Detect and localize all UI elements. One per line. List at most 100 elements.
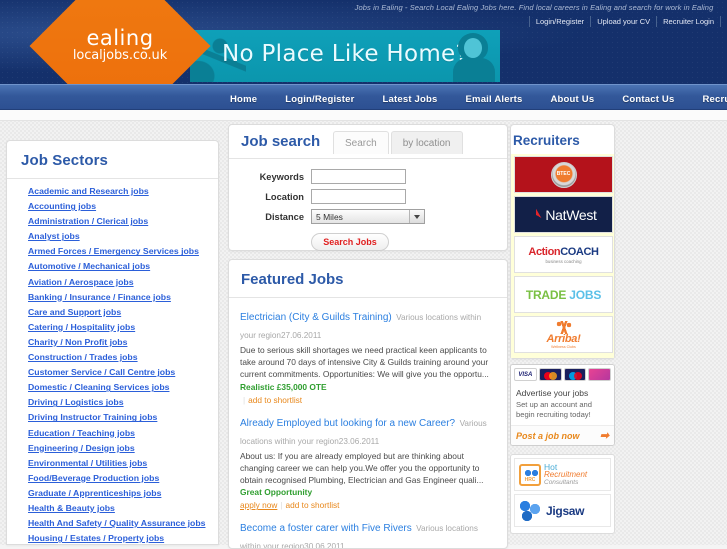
sidebar-item-link[interactable]: Administration / Clerical jobs [28,216,148,226]
job-salary: Great Opportunity [240,487,313,498]
job-title-link[interactable]: Electrician (City & Guilds Training) [240,312,392,323]
sidebar-item-link[interactable]: Health And Safety / Quality Assurance jo… [28,518,206,528]
sidebar-item-link[interactable]: Academic and Research jobs [28,186,149,196]
job-actions: | add to shortlist [240,395,496,405]
nav-item-recruiters-az[interactable]: Recruiters A-Z [688,89,727,107]
nav-item-home[interactable]: Home [216,89,271,107]
sidebar-item-link[interactable]: Construction / Trades jobs [28,352,138,362]
hrc-line-2: Recruitment [544,469,588,479]
post-a-job-cta[interactable]: Post a job now ➡ [511,425,614,445]
arriba-wordmark: Arriba! [546,332,581,345]
sidebar-item-link[interactable]: Aviation / Aerospace jobs [28,277,134,287]
login-register-link[interactable]: Login/Register [528,16,592,27]
nav-item-email-alerts[interactable]: Email Alerts [452,89,537,107]
sidebar-item-link[interactable]: Engineering / Design jobs [28,443,135,453]
sidebar-item-link[interactable]: Domestic / Cleaning Services jobs [28,382,169,392]
jigsaw-wordmark: Jigsaw [546,503,585,518]
location-input[interactable] [311,189,406,204]
featured-jobs-title: Featured Jobs [229,260,507,298]
tab-search[interactable]: Search [333,131,389,154]
job-actions: apply now | add to shortlist [240,500,496,510]
site-logo[interactable]: ealing localjobs.co.uk [29,0,211,84]
nav-link-login-register[interactable]: Login/Register [271,94,368,105]
natwest-wordmark: NatWest [545,206,597,223]
lower-recruiters-panel: Hot Recruitment Consultants Jigsaw [510,454,615,534]
sidebar-item-link[interactable]: Banking / Insurance / Finance jobs [28,292,171,302]
recruiter-logo-btec[interactable] [514,156,613,193]
search-jobs-button[interactable]: Search Jobs [311,233,389,251]
action-separator: | [280,500,283,511]
list-item: Customer Service / Call Centre jobs [7,364,218,379]
keywords-input[interactable] [311,169,406,184]
recruiter-logo-arriba[interactable]: Arriba! Wellness Clubs [514,316,613,353]
arriba-tagline: Wellness Clubs [551,344,576,349]
job-search-form: Keywords Location Distance 5 Miles Searc… [229,159,507,251]
sidebar-item-link[interactable]: Charity / Non Profit jobs [28,337,127,347]
sidebar-item-link[interactable]: Environmental / Utilities jobs [28,458,147,468]
location-label: Location [265,191,304,202]
add-to-shortlist-link[interactable]: add to shortlist [286,500,340,510]
promo-banner[interactable]: No Place Like Home? [190,30,500,82]
distance-row: Distance 5 Miles [229,209,507,224]
job-title-link[interactable]: Already Employed but looking for a new C… [240,418,455,429]
job-description: About us: If you are already employed bu… [240,450,484,486]
chevron-down-icon[interactable] [409,210,424,223]
recruiter-logo-tradejobs[interactable]: TRADE JOBS [514,276,613,313]
advertise-subtitle: Set up an account and begin recruiting t… [516,400,592,419]
tab-by-location[interactable]: by location [390,131,463,154]
distance-select[interactable]: 5 Miles [311,209,425,224]
sidebar-item-link[interactable]: Education / Teaching jobs [28,428,135,438]
list-item: Care and Support jobs [7,304,218,319]
list-item: Catering / Hospitality jobs [7,319,218,334]
nav-item-about-us[interactable]: About Us [536,89,608,107]
nav-link-recruiters-az[interactable]: Recruiters A-Z [688,94,727,105]
sidebar-item-link[interactable]: Accounting jobs [28,201,96,211]
sidebar-item-link[interactable]: Graduate / Apprenticeships jobs [28,488,161,498]
recruiter-logo-actioncoach[interactable]: ActionCOACH business coaching [514,236,613,273]
advertise-text-block: Advertise your jobs Set up an account an… [511,384,614,425]
tradejobs-trade-text: TRADE [525,287,567,302]
nav-link-contact-us[interactable]: Contact Us [608,94,688,105]
sidebar-item-link[interactable]: Armed Forces / Emergency Services jobs [28,246,199,256]
job-title-link[interactable]: Become a foster carer with Five Rivers [240,523,412,534]
job-date: 30.06.2011 [304,542,345,549]
job-search-tabs: Search by location [333,131,465,154]
recruiter-logo-natwest[interactable]: NatWest [514,196,613,233]
apply-now-link[interactable]: apply now [240,500,277,510]
nav-link-about-us[interactable]: About Us [536,94,608,105]
visa-card-icon: VISA [514,368,537,381]
nav-link-home[interactable]: Home [216,94,271,105]
recruiter-logo-jigsaw[interactable]: Jigsaw [514,494,611,527]
upload-cv-link[interactable]: Upload your CV [591,16,658,27]
nav-item-latest-jobs[interactable]: Latest Jobs [369,89,452,107]
job-salary: Realistic £35,000 OTE [240,381,327,392]
sidebar-item-link[interactable]: Food/Beverage Production jobs [28,473,159,483]
nav-link-email-alerts[interactable]: Email Alerts [452,94,537,105]
recruiter-logo-hrc[interactable]: Hot Recruitment Consultants [514,458,611,491]
sidebar-item-link[interactable]: Care and Support jobs [28,307,121,317]
list-item: Aviation / Aerospace jobs [7,274,218,289]
sidebar-item-link[interactable]: Customer Service / Call Centre jobs [28,367,175,377]
actioncoach-tagline: business coaching [545,258,582,264]
sidebar-item-link[interactable]: Driving Instructor Training jobs [28,412,157,422]
sidebar-item-link[interactable]: Automotive / Mechanical jobs [28,261,150,271]
hrc-wordmark: Hot Recruitment Consultants [544,462,588,487]
post-a-job-label: Post a job now [516,430,580,441]
list-item: Education / Teaching jobs [7,425,218,440]
sidebar-item-link[interactable]: Health & Beauty jobs [28,503,115,513]
sidebar-item-link[interactable]: Analyst jobs [28,231,80,241]
center-column: Job search Search by location Keywords L… [228,124,508,549]
list-item: Engineering / Design jobs [7,440,218,455]
sidebar-item-link[interactable]: Driving / Logistics jobs [28,397,124,407]
job-sectors-list: Academic and Research jobs Accounting job… [7,179,218,544]
job-sectors-panel: Job Sectors Academic and Research jobs Ac… [6,140,219,545]
recruiter-login-link[interactable]: Recruiter Login [657,16,721,27]
sidebar-item-link[interactable]: Housing / Estates / Property jobs [28,533,164,543]
add-to-shortlist-link[interactable]: add to shortlist [248,395,302,405]
nav-item-login-register[interactable]: Login/Register [271,89,368,107]
sidebar-item-link[interactable]: Catering / Hospitality jobs [28,322,135,332]
keywords-row: Keywords [229,169,507,184]
advertise-your-jobs-box[interactable]: VISA Advertise your jobs Set up an accou… [510,364,615,446]
nav-item-contact-us[interactable]: Contact Us [608,89,688,107]
nav-link-latest-jobs[interactable]: Latest Jobs [369,94,452,105]
